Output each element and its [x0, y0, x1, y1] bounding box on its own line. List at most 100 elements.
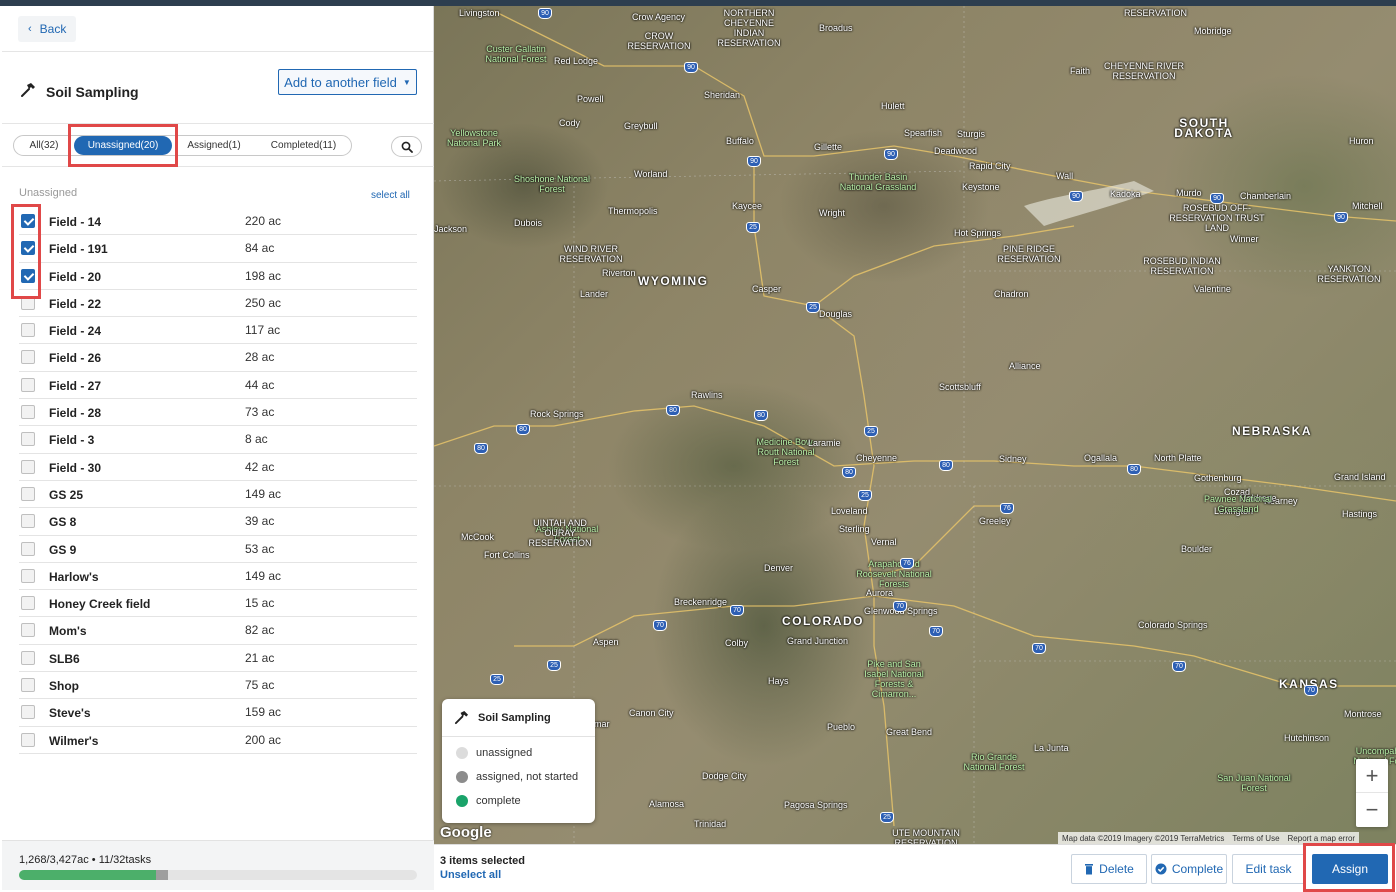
- field-row[interactable]: GS 25 149 ac: [19, 481, 417, 509]
- edit-task-button[interactable]: Edit task: [1232, 854, 1305, 884]
- field-row[interactable]: Field - 14 220 ac: [19, 208, 417, 236]
- task-header: Soil Sampling Add to another field ▼: [2, 58, 434, 124]
- field-checkbox[interactable]: [21, 405, 35, 420]
- highway-shield-icon: 25: [547, 660, 561, 671]
- field-row[interactable]: Field - 28 73 ac: [19, 399, 417, 427]
- field-checkbox[interactable]: [21, 596, 35, 611]
- field-checkbox[interactable]: [21, 568, 35, 583]
- field-acres: 53 ac: [245, 541, 275, 556]
- delete-button[interactable]: Delete: [1071, 854, 1147, 884]
- report-map-error-link[interactable]: Report a map error: [1288, 834, 1356, 843]
- legend-item-label: complete: [476, 795, 521, 807]
- field-row[interactable]: GS 9 53 ac: [19, 536, 417, 563]
- map-label: Loveland: [831, 506, 868, 516]
- field-name: Wilmer's: [49, 733, 99, 748]
- map-label: Fort Collins: [484, 550, 530, 560]
- map-label: Cheyenne: [856, 453, 898, 463]
- field-checkbox[interactable]: [21, 377, 35, 392]
- map-label: UTE MOUNTAIN RESERVATION: [892, 828, 960, 844]
- field-name: GS 9: [49, 542, 77, 557]
- field-checkbox[interactable]: [21, 650, 35, 665]
- field-row[interactable]: Field - 3 8 ac: [19, 426, 417, 454]
- map-label: WYOMING: [638, 274, 709, 288]
- highway-shield-icon: 70: [1172, 661, 1186, 672]
- field-row[interactable]: SLB6 21 ac: [19, 645, 417, 673]
- field-checkbox[interactable]: [21, 678, 35, 693]
- field-row[interactable]: Wilmer's 200 ac: [19, 727, 417, 754]
- field-row[interactable]: Field - 20 198 ac: [19, 263, 417, 290]
- map-label: Kaycee: [732, 201, 763, 211]
- progress-started-fill: [155, 870, 169, 880]
- map-label: YANKTON RESERVATION: [1317, 264, 1381, 284]
- tab-completed[interactable]: Completed(11): [256, 136, 351, 155]
- highlight-box: [68, 124, 178, 167]
- back-button[interactable]: ‹ Back: [18, 16, 77, 42]
- field-name: Shop: [49, 679, 79, 694]
- field-name: Field - 28: [49, 406, 102, 421]
- map-label: Pike and San Isabel National Forests & C…: [864, 659, 924, 699]
- tab-all[interactable]: All(32): [14, 136, 74, 155]
- field-acres: 149 ac: [245, 568, 282, 583]
- field-row[interactable]: Field - 24 117 ac: [19, 317, 417, 345]
- field-row[interactable]: Field - 27 44 ac: [19, 372, 417, 400]
- field-checkbox[interactable]: [21, 459, 35, 474]
- field-name: Field - 26: [49, 351, 102, 366]
- zoom-in-button[interactable]: +: [1356, 759, 1388, 793]
- map-label: Casper: [752, 284, 782, 294]
- field-acres: 198 ac: [245, 268, 282, 283]
- field-row[interactable]: Harlow's 149 ac: [19, 563, 417, 591]
- zoom-out-button[interactable]: −: [1356, 793, 1388, 827]
- field-checkbox[interactable]: [21, 705, 35, 720]
- highway-shield-icon: 90: [1069, 191, 1083, 202]
- map-label: Pueblo: [827, 722, 856, 732]
- field-row[interactable]: GS 8 39 ac: [19, 508, 417, 536]
- progress-complete-fill: [19, 870, 156, 880]
- select-all-link[interactable]: select all: [371, 190, 410, 201]
- field-checkbox[interactable]: [21, 541, 35, 556]
- map-label: San Juan National Forest: [1217, 773, 1291, 793]
- highway-shield-icon: 25: [880, 812, 894, 823]
- field-acres: 42 ac: [245, 459, 275, 474]
- field-checkbox[interactable]: [21, 432, 35, 447]
- highway-shield-icon: 70: [893, 601, 907, 612]
- field-name: Harlow's: [49, 569, 99, 584]
- highway-shield-icon: 80: [516, 424, 530, 435]
- map-label: Scottsbluff: [939, 382, 981, 392]
- field-checkbox[interactable]: [21, 486, 35, 501]
- google-logo: Google: [440, 824, 492, 841]
- field-row[interactable]: Field - 26 28 ac: [19, 344, 417, 372]
- field-checkbox[interactable]: [21, 514, 35, 529]
- field-checkbox[interactable]: [21, 732, 35, 747]
- highway-shield-icon: 70: [1032, 643, 1046, 654]
- map-label: Red Lodge: [554, 56, 599, 66]
- field-checkbox[interactable]: [21, 323, 35, 338]
- highway-shield-icon: 25: [746, 222, 760, 233]
- field-checkbox[interactable]: [21, 623, 35, 638]
- map-label: Aspen: [593, 637, 619, 647]
- map-label: WIND RIVER RESERVATION: [559, 244, 623, 264]
- field-row[interactable]: Steve's 159 ac: [19, 699, 417, 727]
- field-row[interactable]: Field - 22 250 ac: [19, 290, 417, 318]
- map-label: Valentine: [1194, 284, 1231, 294]
- terms-of-use-link[interactable]: Terms of Use: [1232, 834, 1279, 843]
- add-to-another-field-button[interactable]: Add to another field ▼: [278, 69, 417, 95]
- search-button[interactable]: [391, 136, 422, 157]
- field-row[interactable]: Mom's 82 ac: [19, 617, 417, 645]
- unselect-all-link[interactable]: Unselect all: [440, 869, 501, 881]
- field-row[interactable]: Field - 191 84 ac: [19, 235, 417, 263]
- progress-footer: 1,268/3,427ac • 11/32tasks: [2, 840, 434, 890]
- map-label: Grand Junction: [787, 636, 849, 646]
- field-row[interactable]: Field - 30 42 ac: [19, 454, 417, 481]
- chevron-left-icon: ‹: [28, 23, 32, 35]
- field-row[interactable]: Honey Creek field 15 ac: [19, 590, 417, 618]
- map-label: Douglas: [819, 309, 853, 319]
- highway-shield-icon: 70: [653, 620, 667, 631]
- legend-item-label: unassigned: [476, 747, 533, 759]
- field-row[interactable]: Shop 75 ac: [19, 672, 417, 700]
- complete-button[interactable]: Complete: [1151, 854, 1227, 884]
- map-label: Spearfish: [904, 128, 943, 138]
- tab-assigned[interactable]: Assigned(1): [172, 136, 256, 155]
- map-label: Dubois: [514, 218, 543, 228]
- map-label: Buffalo: [726, 136, 754, 146]
- field-checkbox[interactable]: [21, 350, 35, 365]
